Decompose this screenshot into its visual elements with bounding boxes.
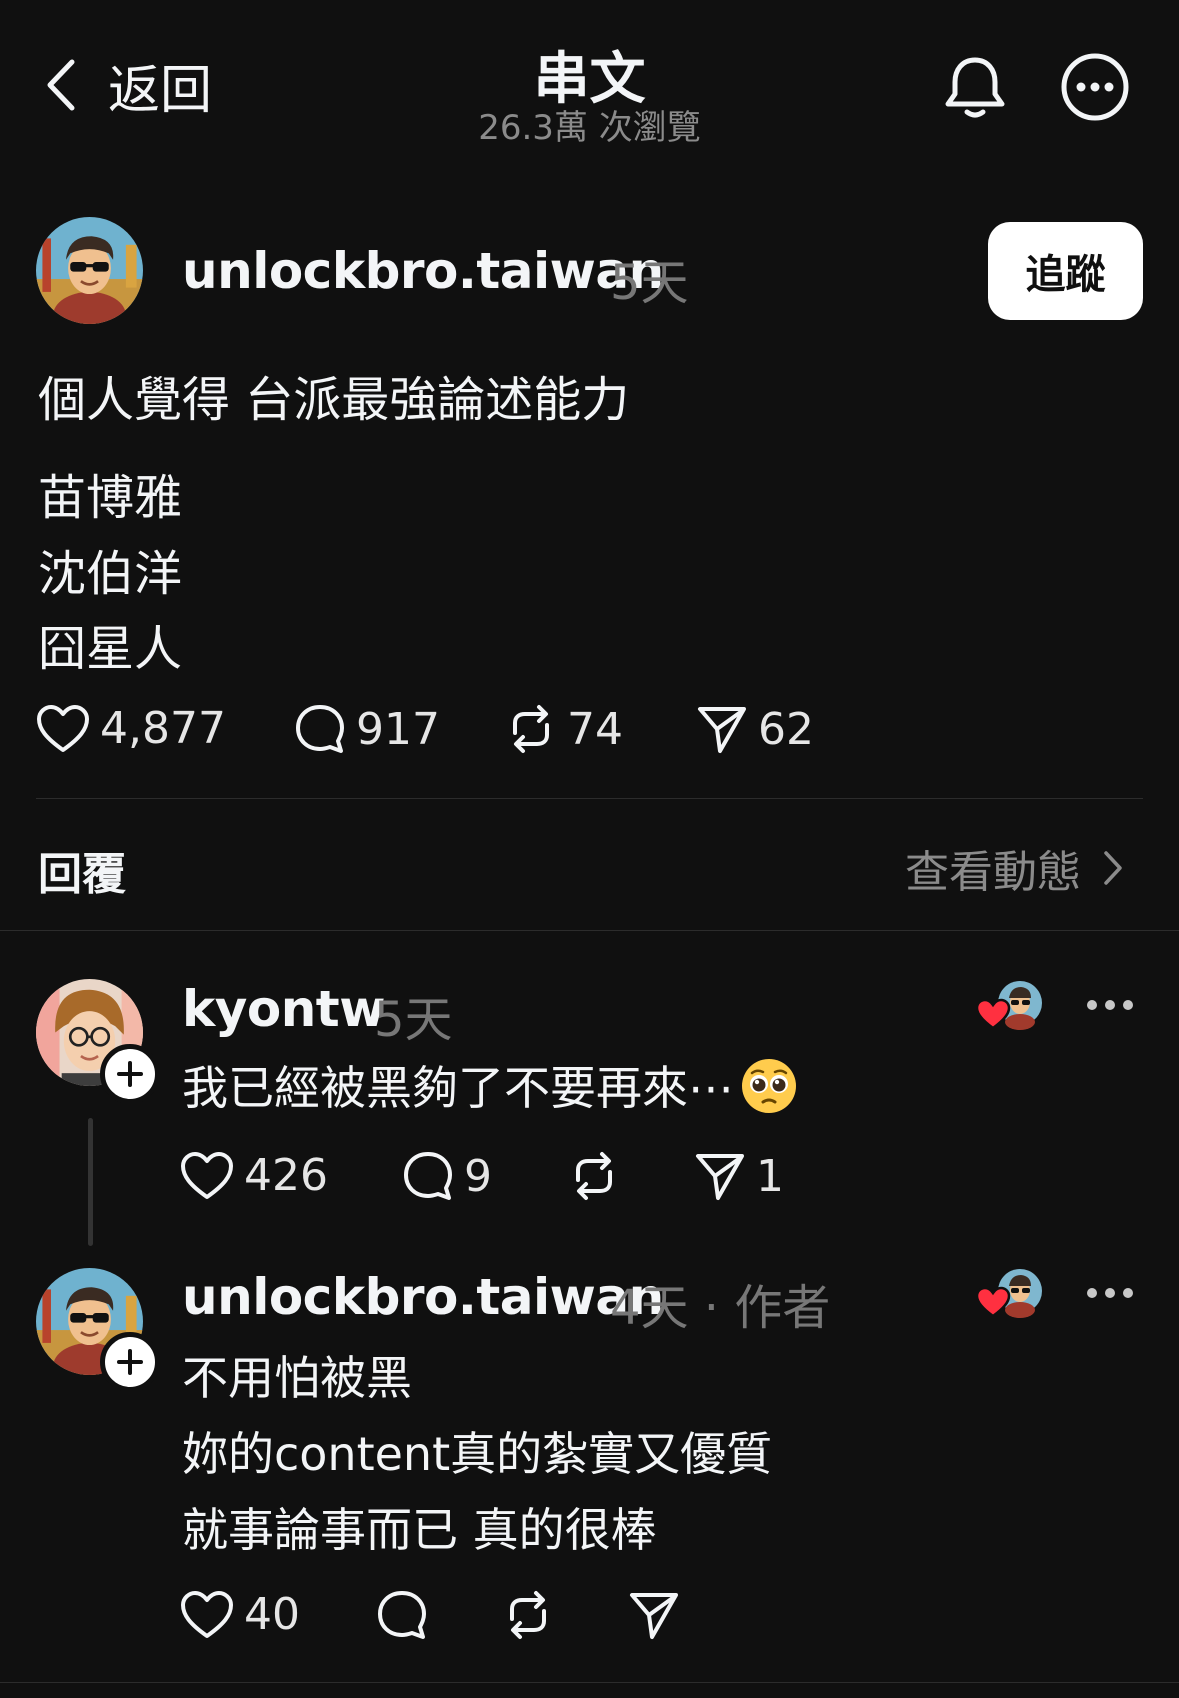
like-count: 4,877 bbox=[100, 703, 226, 754]
reply-more-button[interactable] bbox=[1080, 1273, 1140, 1313]
repost-icon bbox=[513, 705, 549, 753]
comment-icon bbox=[404, 1152, 452, 1200]
reply-comment-button[interactable]: 9 bbox=[402, 1150, 492, 1202]
comment-button[interactable]: 917 bbox=[294, 703, 440, 755]
comment-icon bbox=[378, 1591, 426, 1639]
view-activity-label: 查看動態 bbox=[905, 847, 1081, 898]
divider bbox=[36, 798, 1143, 799]
reply-text-line: 就事論事而已 真的很棒 bbox=[182, 1503, 657, 1557]
reply-comment-count: 9 bbox=[464, 1150, 492, 1202]
view-activity-link[interactable]: 查看動態 bbox=[905, 836, 1123, 900]
author-liked-indicator bbox=[974, 1266, 1044, 1322]
repost-icon bbox=[576, 1152, 612, 1200]
heart-icon bbox=[975, 998, 1011, 1030]
share-icon bbox=[698, 707, 746, 753]
more-horizontal-icon bbox=[1087, 1288, 1133, 1298]
divider bbox=[0, 1682, 1179, 1683]
like-button[interactable]: 4,877 bbox=[36, 703, 226, 754]
follow-button[interactable]: 追蹤 bbox=[988, 222, 1143, 320]
share-icon bbox=[630, 1593, 678, 1639]
chevron-right-icon bbox=[1104, 851, 1122, 885]
reply-share-button[interactable]: 1 bbox=[694, 1150, 784, 1202]
more-circle-icon bbox=[1061, 53, 1129, 121]
post-text-line: 沈伯洋 bbox=[38, 546, 183, 602]
reply-like-button[interactable]: 40 bbox=[180, 1589, 300, 1640]
reply-author-username[interactable]: unlockbro.taiwan bbox=[182, 1268, 664, 1326]
heart-icon bbox=[181, 1151, 233, 1199]
reply-meta: 4天 · 作者 bbox=[610, 1280, 831, 1336]
reply-repost-button[interactable] bbox=[568, 1150, 630, 1202]
reply-more-button[interactable] bbox=[1080, 985, 1140, 1025]
post-author-avatar[interactable] bbox=[36, 217, 143, 324]
plus-icon bbox=[117, 1061, 143, 1087]
more-horizontal-icon bbox=[1087, 1000, 1133, 1010]
bell-icon bbox=[945, 57, 1005, 118]
post-time: 5天 bbox=[610, 255, 689, 311]
share-count: 62 bbox=[758, 703, 814, 755]
reply-repost-button[interactable] bbox=[502, 1589, 564, 1641]
reply-text-line: 妳的content真的紮實又優質 bbox=[182, 1427, 773, 1481]
follow-plus-button[interactable] bbox=[100, 1044, 160, 1104]
follow-plus-button[interactable] bbox=[100, 1332, 160, 1392]
reply-share-count: 1 bbox=[756, 1150, 784, 1202]
top-bar: 返回 串文 26.3萬 次瀏覽 bbox=[0, 0, 1179, 160]
heart-icon bbox=[37, 704, 89, 752]
reply-like-count: 40 bbox=[244, 1589, 300, 1640]
share-icon bbox=[696, 1154, 744, 1200]
repost-count: 74 bbox=[567, 703, 623, 755]
reply-text-content: 我已經被黑夠了不要再來⋯ bbox=[182, 1061, 734, 1115]
repost-button[interactable]: 74 bbox=[505, 703, 623, 755]
notifications-button[interactable] bbox=[940, 52, 1010, 122]
reply-comment-button[interactable] bbox=[376, 1589, 438, 1641]
reply-text-line: 不用怕被黑 bbox=[182, 1351, 412, 1405]
heart-icon bbox=[181, 1590, 233, 1638]
post-text-line: 囧星人 bbox=[38, 621, 183, 677]
divider bbox=[0, 930, 1179, 931]
reply-author-username[interactable]: kyontw bbox=[182, 980, 385, 1038]
reply-text: 我已經被黑夠了不要再來⋯ bbox=[182, 1052, 798, 1126]
repost-icon bbox=[510, 1591, 546, 1639]
comment-icon bbox=[296, 705, 344, 753]
thread-line bbox=[88, 1118, 93, 1246]
plus-icon bbox=[117, 1349, 143, 1375]
more-options-button[interactable] bbox=[1060, 52, 1130, 122]
post-text-line: 個人覺得 台派最強論述能力 bbox=[38, 372, 630, 428]
post-author-username[interactable]: unlockbro.taiwan bbox=[182, 242, 664, 300]
reply-meta: 5天 bbox=[374, 992, 453, 1048]
replies-heading: 回覆 bbox=[38, 849, 126, 900]
share-button[interactable]: 62 bbox=[696, 703, 814, 755]
post-text-line: 苗博雅 bbox=[38, 470, 183, 526]
reply-share-button[interactable] bbox=[628, 1589, 690, 1641]
comment-count: 917 bbox=[356, 703, 440, 755]
author-liked-indicator bbox=[974, 978, 1044, 1034]
reply-like-button[interactable]: 426 bbox=[180, 1150, 328, 1201]
pleading-face-emoji bbox=[740, 1057, 798, 1126]
reply-like-count: 426 bbox=[244, 1150, 328, 1201]
heart-icon bbox=[975, 1286, 1011, 1318]
